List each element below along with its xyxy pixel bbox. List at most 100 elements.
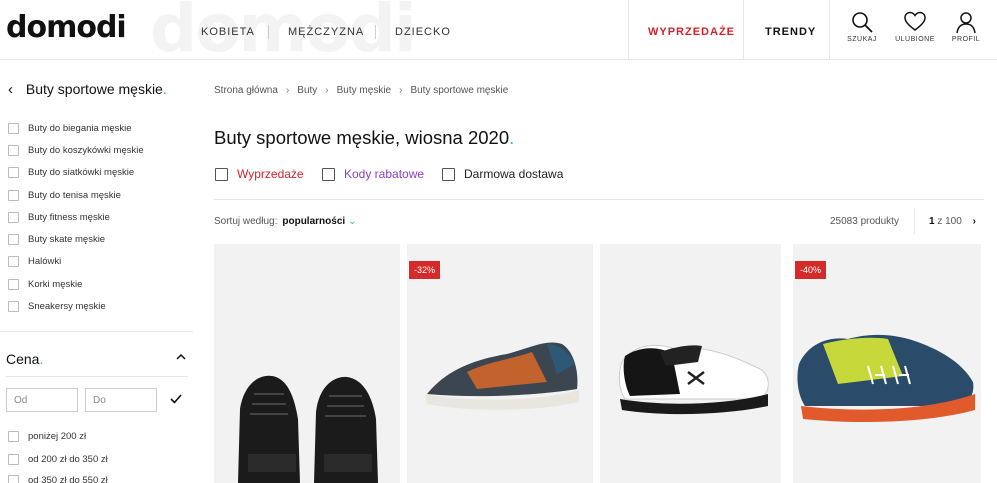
checkbox[interactable]	[215, 167, 228, 181]
category-item[interactable]: Buty skate męskie	[8, 234, 105, 245]
checkbox[interactable]	[8, 454, 19, 465]
checkbox[interactable]	[8, 167, 19, 178]
checkbox[interactable]	[8, 190, 19, 201]
logo[interactable]: domodi	[6, 10, 127, 45]
nav-kobieta[interactable]: KOBIETA	[201, 26, 255, 38]
sort-value[interactable]: popularności	[282, 216, 345, 227]
price-title-text: Cena	[6, 351, 40, 367]
breadcrumb-item[interactable]: Buty	[297, 85, 317, 96]
breadcrumb-separator: ›	[285, 85, 290, 96]
category-item[interactable]: Buty do siatkówki męskie	[8, 167, 134, 178]
title-dot: .	[509, 127, 515, 148]
price-range-item[interactable]: poniżej 200 zł	[8, 431, 86, 442]
product-image-puma-running-shoe[interactable]	[407, 244, 593, 483]
discount-badge: -32%	[409, 261, 441, 279]
heart-icon	[904, 11, 926, 31]
category-label: Buty fitness męskie	[28, 212, 110, 223]
chevron-down-icon[interactable]: ⌄	[348, 216, 356, 227]
chevron-right-icon[interactable]: ›	[973, 216, 976, 227]
category-item[interactable]: Buty do koszykówki męskie	[8, 145, 144, 156]
product-count: 25083 produkty	[830, 216, 899, 227]
product-image-helly-hansen-shoe[interactable]	[793, 244, 981, 483]
category-label: Buty do koszykówki męskie	[28, 145, 144, 156]
price-to-input[interactable]: Do	[85, 388, 157, 412]
breadcrumb-item[interactable]: Buty męskie	[337, 85, 391, 96]
page-title: Buty sportowe męskie, wiosna 2020.	[214, 127, 514, 149]
pager-separator	[914, 208, 915, 234]
checkbox[interactable]	[442, 167, 455, 181]
category-item[interactable]: Buty do biegania męskie	[8, 123, 132, 134]
chevron-left-icon[interactable]: ‹	[8, 81, 22, 98]
filter-label: Darmowa dostawa	[464, 167, 564, 181]
breadcrumb-separator: ›	[325, 85, 329, 96]
nav-separator	[375, 25, 376, 39]
chevron-up-icon[interactable]	[176, 350, 186, 365]
checkbox[interactable]	[8, 123, 19, 134]
price-range-item[interactable]: od 200 zł do 350 zł	[8, 454, 108, 465]
price-apply-button[interactable]	[170, 392, 182, 408]
product-card[interactable]	[600, 244, 781, 483]
breadcrumb-current: Buty sportowe męskie	[410, 85, 509, 96]
category-item[interactable]: Korki męskie	[8, 279, 82, 290]
product-image-black-sneaker[interactable]	[214, 244, 400, 483]
filter-sale[interactable]: Wyprzedaże	[215, 167, 304, 181]
nav-sale[interactable]: WYPRZEDAŻE	[648, 26, 735, 38]
search-icon	[852, 12, 873, 33]
breadcrumb: Strona główna › Buty › Buty męskie › But…	[214, 85, 508, 96]
filter-free-shipping[interactable]: Darmowa dostawa	[442, 167, 563, 181]
price-range-label: od 200 zł do 350 zł	[28, 454, 108, 465]
category-label: Buty skate męskie	[28, 234, 106, 245]
toolbar-divider	[214, 199, 984, 200]
check-icon	[170, 394, 182, 404]
checkbox[interactable]	[8, 301, 19, 312]
filter-discount-codes[interactable]: Kody rabatowe	[322, 167, 424, 181]
favorites-label: ULUBIONE	[895, 36, 935, 43]
filter-label: Wyprzedaże	[237, 167, 304, 181]
product-card[interactable]	[214, 244, 400, 483]
pagination: 1 z 100 ›	[929, 216, 976, 227]
checkbox[interactable]	[8, 431, 19, 442]
checkbox[interactable]	[8, 145, 19, 156]
checkbox[interactable]	[8, 256, 19, 267]
breadcrumb-item[interactable]: Strona główna	[214, 85, 278, 96]
sidebar-title[interactable]: ‹ Buty sportowe męskie.	[8, 81, 167, 98]
nav-mezczyzna[interactable]: MĘŻCZYZNA	[288, 26, 364, 38]
sidebar-divider	[0, 331, 193, 332]
category-label: Buty do tenisa męskie	[28, 190, 121, 201]
checkbox[interactable]	[8, 212, 19, 223]
price-section-title[interactable]: Cena.	[6, 351, 43, 367]
page-title-text: Buty sportowe męskie, wiosna 2020	[214, 127, 510, 148]
nav-dziecko[interactable]: DZIECKO	[395, 26, 451, 38]
favorites-button[interactable]: ULUBIONE	[895, 10, 935, 43]
profile-button[interactable]: PROFIL	[946, 10, 986, 43]
checkbox[interactable]	[8, 234, 19, 245]
user-icon	[956, 12, 976, 34]
price-range-item[interactable]: od 350 zł do 550 zł	[8, 475, 108, 483]
category-item[interactable]: Sneakersy męskie	[8, 301, 106, 312]
checkbox[interactable]	[8, 279, 19, 290]
price-from-input[interactable]: Od	[6, 388, 78, 412]
sort-control[interactable]: Sortuj według: popularności ⌄	[214, 216, 357, 227]
product-card[interactable]: -40%	[793, 244, 981, 483]
title-dot: .	[39, 351, 44, 367]
nav-trends[interactable]: TRENDY	[765, 26, 816, 38]
search-label: SZUKAJ	[847, 36, 877, 43]
page-total: z 100	[937, 216, 962, 227]
checkbox[interactable]	[8, 475, 19, 483]
breadcrumb-separator: ›	[399, 85, 403, 96]
category-item[interactable]: Buty fitness męskie	[8, 212, 110, 223]
search-button[interactable]: SZUKAJ	[842, 10, 882, 43]
price-divider	[6, 376, 188, 377]
nav-separator	[268, 25, 269, 39]
product-card[interactable]: -32%	[407, 244, 593, 483]
checkbox[interactable]	[322, 167, 335, 181]
product-image-under-armour-shoe[interactable]	[600, 244, 781, 483]
category-label: Korki męskie	[28, 279, 83, 290]
sidebar-title-text: Buty sportowe męskie	[25, 81, 163, 97]
price-range-label: od 350 zł do 550 zł	[28, 475, 108, 483]
category-item[interactable]: Buty do tenisa męskie	[8, 190, 121, 201]
site-header: domodi domodi KOBIETA MĘŻCZYZNA DZIECKO …	[0, 0, 997, 67]
category-item[interactable]: Halówki	[8, 256, 61, 267]
sort-label: Sortuj według:	[214, 216, 278, 227]
title-dot: .	[162, 81, 167, 97]
